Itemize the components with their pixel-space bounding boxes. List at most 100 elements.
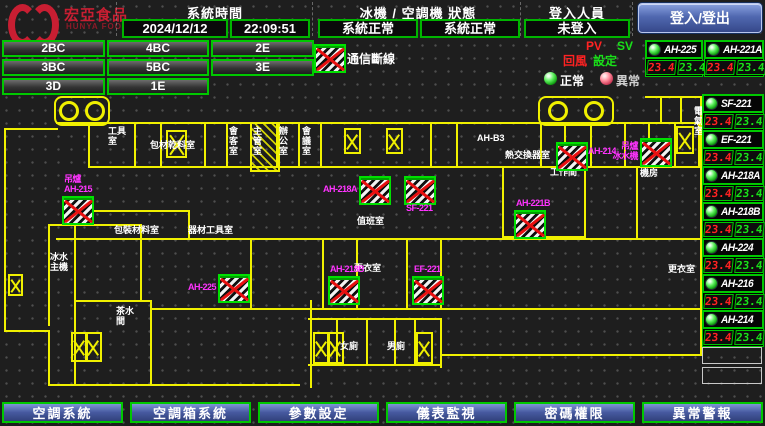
wall-segment bbox=[366, 318, 368, 364]
floor-button-5BC[interactable]: 5BC bbox=[107, 59, 210, 76]
room-label: 辦公室 bbox=[278, 126, 288, 156]
panel-empty-slot bbox=[702, 367, 762, 384]
wall-segment bbox=[4, 128, 6, 332]
wall-segment bbox=[74, 226, 76, 386]
footer-button-空調系統[interactable]: 空調系統 bbox=[2, 402, 123, 423]
floor-button-4BC[interactable]: 4BC bbox=[107, 40, 210, 57]
door-x-icon bbox=[386, 128, 403, 154]
pv-value: 23.4 bbox=[703, 294, 733, 309]
pv-desc: 回風 bbox=[563, 52, 587, 69]
room-label: 女廁 bbox=[340, 341, 358, 351]
map-unit-AH-218A[interactable] bbox=[359, 176, 391, 205]
pv-value: 23.4 bbox=[703, 330, 733, 345]
footer-button-空調箱系統[interactable]: 空調箱系統 bbox=[130, 402, 251, 423]
map-unit-AH-215[interactable] bbox=[62, 196, 94, 225]
stairs-icon bbox=[54, 96, 110, 126]
panel-unit-AH-218B[interactable]: AH-218B bbox=[702, 202, 764, 221]
wall-segment bbox=[590, 122, 592, 168]
door-x-icon bbox=[344, 128, 361, 154]
brand-logo-icon bbox=[6, 3, 60, 33]
panel-unit-AH-214[interactable]: AH-214 bbox=[702, 310, 764, 329]
room-label: 會客室 bbox=[228, 126, 238, 156]
room-label: 機房 bbox=[640, 168, 658, 178]
panel-empty-slot bbox=[702, 347, 762, 364]
footer-button-密碼權限[interactable]: 密碼權限 bbox=[514, 402, 635, 423]
panel-values-AH-225: 23.423.4 bbox=[645, 58, 703, 77]
wall-segment bbox=[322, 240, 324, 308]
sv-value: 23.4 bbox=[734, 114, 764, 129]
floor-button-3E[interactable]: 3E bbox=[211, 59, 314, 76]
panel-unit-AH-221A[interactable]: AH-221A bbox=[704, 40, 764, 59]
floor-button-2E[interactable]: 2E bbox=[211, 40, 314, 57]
panel-unit-SF-221[interactable]: SF-221 bbox=[702, 94, 764, 113]
room-label: 男廁 bbox=[387, 341, 405, 351]
map-unit-AH-221B[interactable] bbox=[514, 210, 546, 239]
normal-led-icon bbox=[543, 71, 558, 86]
door-x-icon bbox=[8, 274, 23, 296]
floor-button-3D[interactable]: 3D bbox=[2, 78, 105, 95]
room-label: 值班室 bbox=[357, 216, 384, 226]
wall-segment bbox=[4, 330, 50, 332]
wall-segment bbox=[48, 384, 300, 386]
floor-button-3BC[interactable]: 3BC bbox=[2, 59, 105, 76]
panel-values-AH-218B: 23.423.4 bbox=[702, 220, 764, 239]
unit-name: AH-214 bbox=[721, 314, 753, 326]
map-unit-AH-214[interactable] bbox=[556, 142, 588, 171]
unit-led-icon bbox=[705, 169, 718, 182]
map-unit-label: AH-225 bbox=[178, 282, 216, 292]
unit-led-icon bbox=[705, 205, 718, 218]
door-x-icon bbox=[416, 332, 433, 364]
panel-unit-AH-224[interactable]: AH-224 bbox=[702, 238, 764, 257]
room-label: 器材工具室 bbox=[188, 225, 233, 235]
wall-segment bbox=[636, 168, 638, 238]
map-unit-冰水機[interactable] bbox=[640, 138, 672, 167]
wall-segment bbox=[680, 96, 682, 122]
panel-values-AH-216: 23.423.4 bbox=[702, 292, 764, 311]
footer-button-異常警報[interactable]: 異常警報 bbox=[642, 402, 763, 423]
wall-segment bbox=[645, 96, 702, 98]
panel-values-EF-221: 23.423.4 bbox=[702, 148, 764, 167]
wall-segment bbox=[540, 122, 542, 168]
room-label: 更衣室 bbox=[668, 264, 695, 274]
room-label: 會議室 bbox=[301, 126, 311, 156]
sv-value: 23.4 bbox=[677, 60, 707, 75]
pv-value: 23.4 bbox=[646, 60, 676, 75]
wall-segment bbox=[150, 308, 702, 310]
stairs-icon bbox=[538, 96, 614, 126]
door-x-icon bbox=[85, 332, 102, 362]
map-unit-AH-225[interactable] bbox=[218, 274, 250, 303]
panel-values-AH-224: 23.423.4 bbox=[702, 256, 764, 275]
map-unit-SF-221[interactable] bbox=[404, 176, 436, 205]
footer-button-參數設定[interactable]: 參數設定 bbox=[258, 402, 379, 423]
wall-segment bbox=[4, 128, 58, 130]
system-time-value: 22:09:51 bbox=[230, 19, 310, 38]
unit-led-icon bbox=[705, 97, 718, 110]
unit-name: SF-221 bbox=[721, 98, 751, 110]
sv-value: 23.4 bbox=[734, 330, 764, 345]
panel-unit-AH-225[interactable]: AH-225 bbox=[645, 40, 703, 59]
floor-button-1E[interactable]: 1E bbox=[107, 78, 210, 95]
panel-unit-AH-218A[interactable]: AH-218A bbox=[702, 166, 764, 185]
panel-unit-AH-216[interactable]: AH-216 bbox=[702, 274, 764, 293]
normal-led-label: 正常 bbox=[560, 72, 584, 89]
login-user-value: 未登入 bbox=[524, 19, 630, 38]
sv-value: 23.4 bbox=[734, 258, 764, 273]
map-unit-EF-221[interactable] bbox=[412, 276, 444, 305]
abnormal-led-label: 異常 bbox=[616, 72, 640, 89]
floor-button-2BC[interactable]: 2BC bbox=[2, 40, 105, 57]
wall-segment bbox=[584, 168, 586, 238]
panel-values-AH-218A: 23.423.4 bbox=[702, 184, 764, 203]
wall-segment bbox=[430, 122, 432, 168]
wall-segment bbox=[440, 354, 702, 356]
unit-name: AH-221A bbox=[723, 44, 762, 56]
sv-value: 23.4 bbox=[734, 150, 764, 165]
floor-button-grid: 2BC4BC2E 3BC5BC3E 3D1E bbox=[2, 40, 314, 95]
pv-value: 23.4 bbox=[703, 258, 733, 273]
footer-button-儀表監視[interactable]: 儀表監視 bbox=[386, 402, 507, 423]
login-logout-button[interactable]: 登入/登出 bbox=[638, 3, 762, 33]
map-unit-AH-218B[interactable] bbox=[328, 276, 360, 305]
wall-segment bbox=[134, 122, 136, 168]
panel-unit-EF-221[interactable]: EF-221 bbox=[702, 130, 764, 149]
sv-desc: 設定 bbox=[593, 52, 617, 69]
sv-value: 23.4 bbox=[734, 186, 764, 201]
